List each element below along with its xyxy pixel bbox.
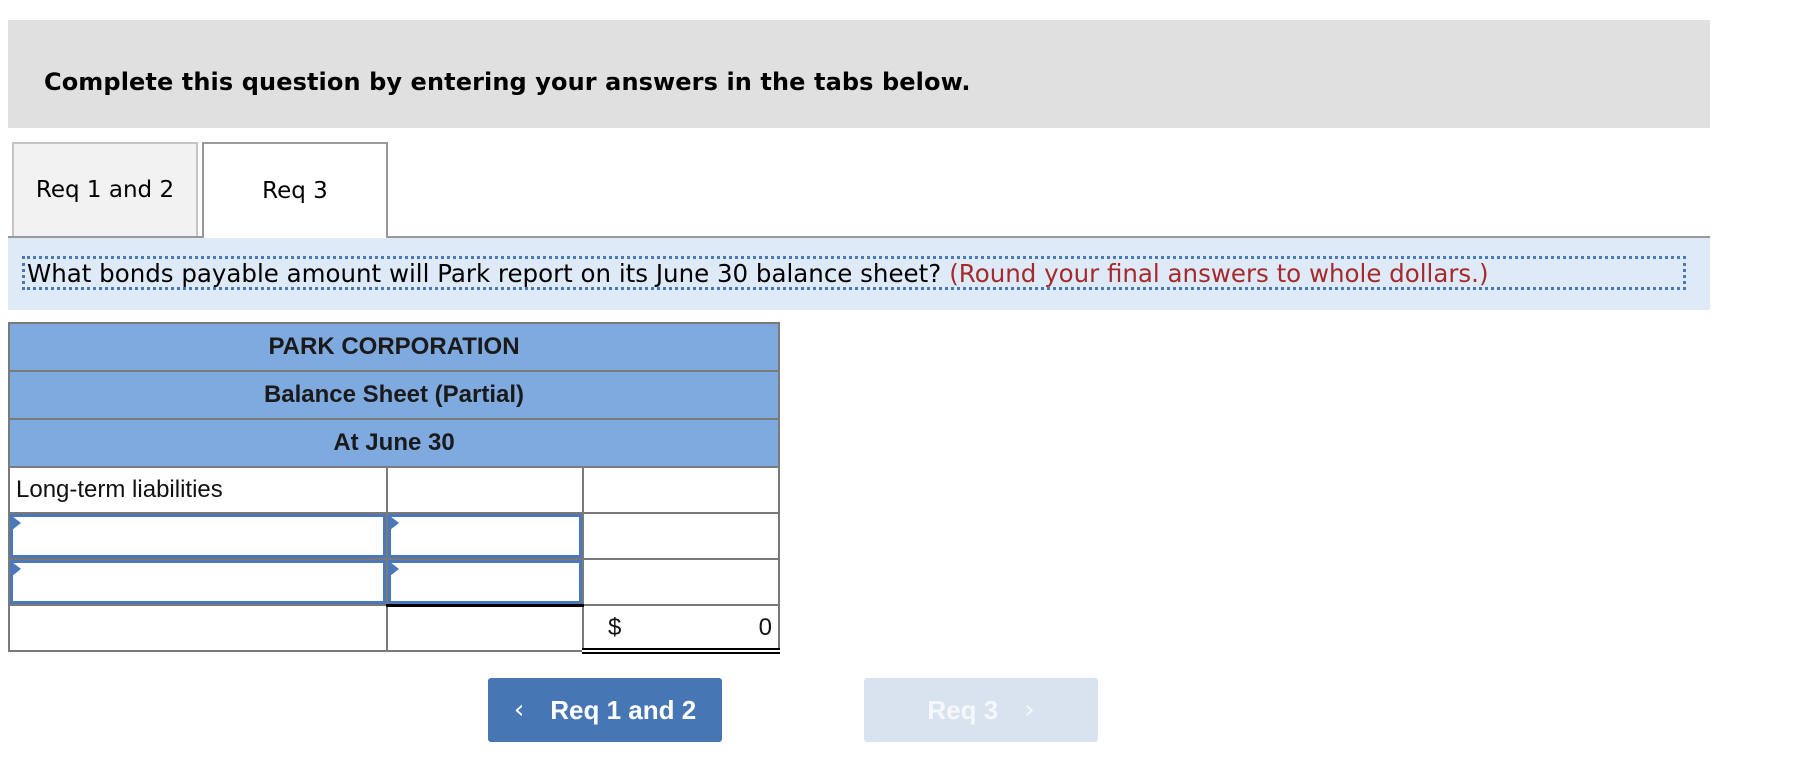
amount-cell — [386, 558, 584, 606]
amount-cell — [386, 512, 584, 560]
chevron-right-icon: › — [1024, 695, 1035, 725]
empty-cell — [8, 604, 388, 652]
amount-input-1[interactable] — [388, 514, 582, 558]
account-name-cell — [8, 512, 388, 560]
dropdown-marker-icon — [12, 516, 21, 530]
balance-sheet-table: PARK CORPORATION Balance Sheet (Partial)… — [8, 322, 780, 654]
rounding-hint: (Round your final answers to whole dolla… — [949, 258, 1489, 288]
empty-cell — [386, 603, 584, 652]
currency-symbol: $ — [608, 614, 622, 641]
instruction-banner: Complete this question by entering your … — [8, 20, 1710, 128]
account-name-cell — [8, 558, 388, 606]
page: Complete this question by entering your … — [0, 0, 1798, 764]
dropdown-marker-icon — [390, 516, 399, 530]
account-name-input-1[interactable] — [10, 514, 386, 558]
statement-date: At June 30 — [8, 418, 780, 468]
total-row: $ 0 — [8, 603, 780, 654]
prev-req-label: Req 1 and 2 — [550, 694, 697, 725]
question-text: What bonds payable amount will Park repo… — [27, 258, 942, 288]
table-row: Long-term liabilities — [8, 466, 780, 514]
question-focus-box: What bonds payable amount will Park repo… — [22, 256, 1686, 290]
company-name: PARK CORPORATION — [8, 322, 780, 372]
chevron-left-icon: ‹ — [513, 695, 525, 725]
empty-cell — [386, 466, 584, 514]
next-req-label: Req 3 — [927, 694, 999, 725]
section-label: Long-term liabilities — [8, 466, 388, 514]
instruction-text: Complete this question by entering your … — [44, 68, 971, 96]
header-row-date: At June 30 — [8, 418, 780, 468]
empty-cell — [582, 512, 780, 560]
amount-input-2[interactable] — [388, 560, 582, 604]
dropdown-marker-icon — [12, 562, 21, 576]
total-amount: 0 — [758, 614, 772, 641]
table-row — [8, 558, 780, 606]
dropdown-marker-icon — [390, 562, 399, 576]
tab-req-3[interactable]: Req 3 — [202, 142, 388, 238]
empty-cell — [582, 558, 780, 606]
question-panel: What bonds payable amount will Park repo… — [8, 238, 1710, 310]
header-row-company: PARK CORPORATION — [8, 322, 780, 372]
total-cell: $ 0 — [582, 604, 780, 654]
tab-req-1-and-2[interactable]: Req 1 and 2 — [12, 142, 198, 236]
empty-cell — [582, 466, 780, 514]
account-name-input-2[interactable] — [10, 560, 386, 604]
statement-title: Balance Sheet (Partial) — [8, 370, 780, 420]
next-req-button[interactable]: Req 3 › — [864, 678, 1098, 742]
header-row-statement: Balance Sheet (Partial) — [8, 370, 780, 420]
table-row — [8, 512, 780, 560]
prev-req-button[interactable]: ‹ Req 1 and 2 — [488, 678, 722, 742]
